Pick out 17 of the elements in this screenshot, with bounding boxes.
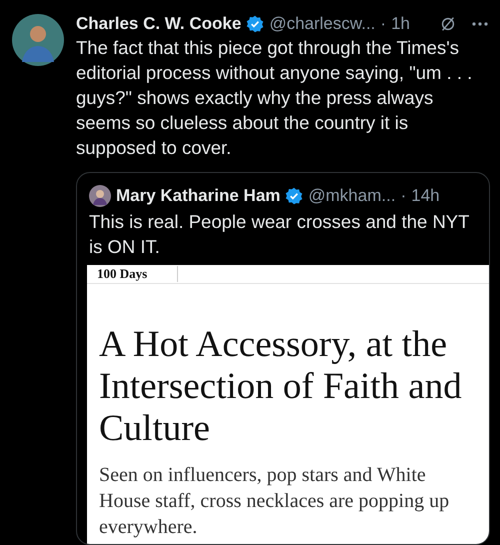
- quoted-post-card[interactable]: [76, 172, 490, 545]
- article-headline: A Hot Accessory, at the Intersection of Faith and Culture: [99, 324, 463, 450]
- avatar[interactable]: [12, 14, 64, 66]
- separator-dot: ·: [380, 14, 386, 34]
- author-handle[interactable]: @mkham...: [308, 186, 396, 206]
- author-handle[interactable]: @charlescw...: [269, 14, 376, 34]
- article-summary: Seen on influencers, pop stars and White House staff, cross necklaces are popping up everywhere.: [99, 463, 450, 540]
- separator-dot: ·: [400, 186, 406, 206]
- author-name[interactable]: Mary Katharine Ham: [116, 186, 280, 206]
- author-name[interactable]: Charles C. W. Cooke: [76, 14, 242, 34]
- section-label: 100 Days: [97, 266, 178, 282]
- avatar[interactable]: [89, 185, 111, 207]
- quoted-post-text: This is real. People wear crosses and the NYT is ON IT.: [88, 210, 470, 259]
- grok-icon[interactable]: [439, 15, 457, 33]
- post-time[interactable]: 14h: [411, 186, 440, 206]
- post-text: The fact that this piece got through the Times's editorial process without anyone saying, "um . . . guys?" shows exactly why the press always seems so clueless about the country it is supposed to cover.: [76, 36, 474, 160]
- post-time[interactable]: 1h: [391, 14, 410, 34]
